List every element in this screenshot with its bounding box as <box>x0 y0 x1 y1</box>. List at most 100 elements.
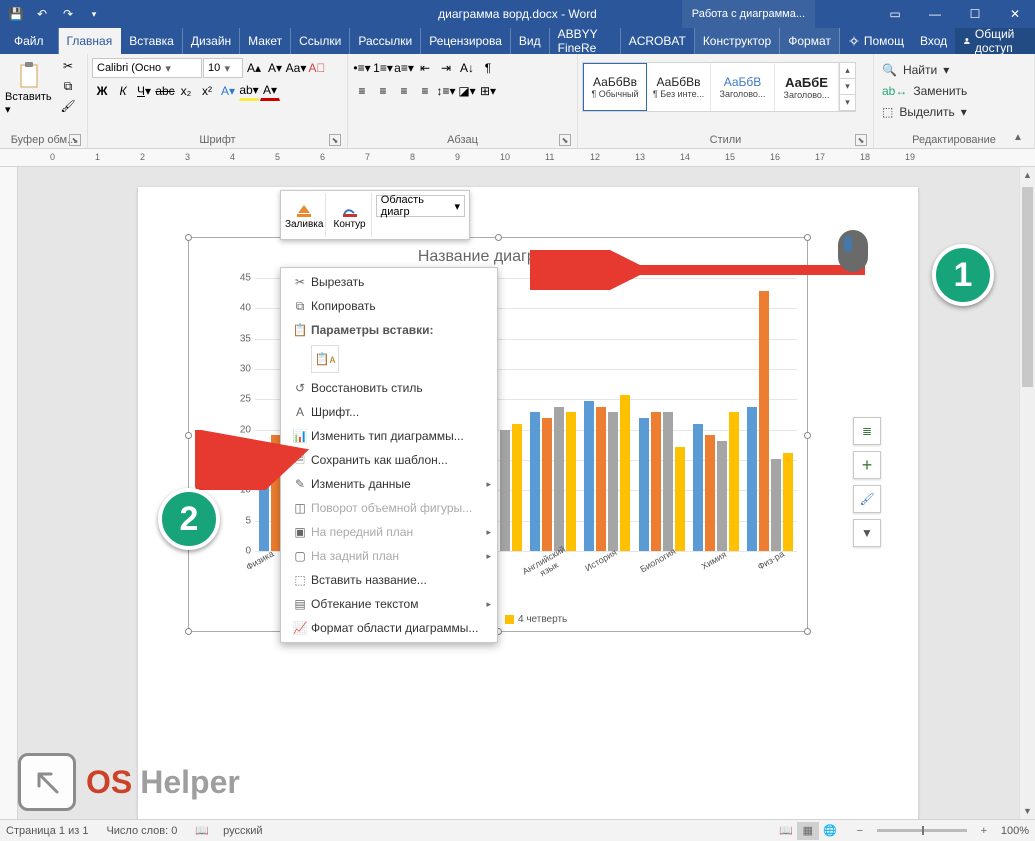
zoom-out-icon[interactable]: − <box>849 822 871 840</box>
font-size-combo[interactable]: 10▾ <box>203 58 243 78</box>
chart-area-combo[interactable]: Область диагр▾ <box>376 195 465 217</box>
word-count[interactable]: Число слов: 0 <box>106 825 177 837</box>
gallery-up-icon[interactable]: ▴ <box>840 63 855 79</box>
tab-view[interactable]: Вид <box>511 28 550 54</box>
tell-me[interactable]: Помощ <box>840 28 912 54</box>
maximize-icon[interactable]: ☐ <box>955 0 995 28</box>
zoom-slider[interactable] <box>877 829 967 832</box>
styles-launcher[interactable]: ⬊ <box>855 134 867 146</box>
borders-icon[interactable]: ⊞▾ <box>478 81 498 101</box>
chart-elements-icon[interactable]: + <box>853 451 881 479</box>
text-effects-icon[interactable]: A▾ <box>218 81 238 101</box>
vertical-scrollbar[interactable]: ▲ ▼ <box>1019 167 1035 819</box>
copy-icon[interactable]: ⧉ <box>58 76 78 96</box>
read-mode-icon[interactable]: 📖 <box>775 822 797 840</box>
scroll-down-icon[interactable]: ▼ <box>1020 803 1035 819</box>
font-color-icon[interactable]: A▾ <box>260 81 280 101</box>
align-right-icon[interactable]: ≡ <box>394 81 414 101</box>
layout-options-icon[interactable]: ≣ <box>853 417 881 445</box>
horizontal-ruler[interactable]: 012345678910111213141516171819 <box>0 149 1035 167</box>
tab-insert[interactable]: Вставка <box>121 28 183 54</box>
web-layout-icon[interactable]: 🌐 <box>819 822 841 840</box>
tab-chart-design[interactable]: Конструктор <box>695 28 780 54</box>
strike-icon[interactable]: abc <box>155 81 175 101</box>
language-indicator[interactable]: русский <box>223 825 262 837</box>
bullets-icon[interactable]: •≡▾ <box>352 58 372 78</box>
collapse-ribbon-icon[interactable]: ▲ <box>1013 132 1031 146</box>
paste-keep-source-icon[interactable]: 📋ᴀ <box>311 345 339 373</box>
font-name-combo[interactable]: Calibri (Осно▾ <box>92 58 202 78</box>
outline-button[interactable]: Контур <box>328 193 371 237</box>
tab-chart-format[interactable]: Формат <box>780 28 840 54</box>
ctx-format-chart-area[interactable]: 📈Формат области диаграммы... <box>281 616 497 640</box>
tab-design[interactable]: Дизайн <box>183 28 240 54</box>
grow-font-icon[interactable]: A▴ <box>244 58 264 78</box>
tab-references[interactable]: Ссылки <box>291 28 350 54</box>
multilevel-icon[interactable]: a≡▾ <box>394 58 414 78</box>
italic-icon[interactable]: К <box>113 81 133 101</box>
minimize-icon[interactable]: — <box>915 0 955 28</box>
fill-button[interactable]: Заливка <box>283 193 326 237</box>
close-icon[interactable]: ✕ <box>995 0 1035 28</box>
subscript-icon[interactable]: x₂ <box>176 81 196 101</box>
qat-dropdown-icon[interactable]: ▾ <box>82 2 106 26</box>
page-indicator[interactable]: Страница 1 из 1 <box>6 825 88 837</box>
highlight-icon[interactable]: ab▾ <box>239 81 259 101</box>
tab-home[interactable]: Главная <box>59 28 122 54</box>
ctx-copy[interactable]: ⧉Копировать <box>281 294 497 318</box>
bold-icon[interactable]: Ж <box>92 81 112 101</box>
show-marks-icon[interactable]: ¶ <box>478 58 498 78</box>
style-nospacing[interactable]: АаБбВв¶ Без инте... <box>647 63 711 111</box>
style-heading2[interactable]: АаБбЕЗаголово... <box>775 63 839 111</box>
increase-indent-icon[interactable]: ⇥ <box>436 58 456 78</box>
spellcheck-icon[interactable]: 📖 <box>195 824 209 837</box>
styles-gallery[interactable]: АаБбВв¶ Обычный АаБбВв¶ Без инте... АаБб… <box>582 62 856 112</box>
ctx-font[interactable]: AШрифт... <box>281 400 497 424</box>
format-painter-icon[interactable]: 🖌 <box>58 96 78 116</box>
align-center-icon[interactable]: ≡ <box>373 81 393 101</box>
scroll-thumb[interactable] <box>1022 187 1033 387</box>
tab-mailings[interactable]: Рассылки <box>350 28 421 54</box>
clear-format-icon[interactable]: A⃠ <box>307 58 327 78</box>
chart-filter-icon[interactable]: ▼ <box>853 519 881 547</box>
zoom-in-icon[interactable]: + <box>973 822 995 840</box>
shrink-font-icon[interactable]: A▾ <box>265 58 285 78</box>
gallery-down-icon[interactable]: ▾ <box>840 79 855 95</box>
paste-button[interactable]: Вставить ▾ <box>4 56 56 120</box>
replace-button[interactable]: ab↔Заменить <box>878 81 971 101</box>
select-button[interactable]: ⬚Выделить ▾ <box>878 102 971 122</box>
ctx-reset-style[interactable]: ↺Восстановить стиль <box>281 376 497 400</box>
vertical-ruler[interactable] <box>0 167 18 819</box>
shading-icon[interactable]: ◪▾ <box>457 81 477 101</box>
tab-review[interactable]: Рецензирова <box>421 28 511 54</box>
para-launcher[interactable]: ⬊ <box>559 134 571 146</box>
font-launcher[interactable]: ⬊ <box>329 134 341 146</box>
clipboard-launcher[interactable]: ⬊ <box>69 134 81 146</box>
save-icon[interactable]: 💾 <box>4 2 28 26</box>
superscript-icon[interactable]: x² <box>197 81 217 101</box>
gallery-more-icon[interactable]: ▾ <box>840 95 855 111</box>
ribbon-display-options-icon[interactable]: ▭ <box>875 0 915 28</box>
align-left-icon[interactable]: ≡ <box>352 81 372 101</box>
cut-icon[interactable]: ✂ <box>58 56 78 76</box>
sort-icon[interactable]: A↓ <box>457 58 477 78</box>
style-heading1[interactable]: АаБбВЗаголово... <box>711 63 775 111</box>
ctx-insert-caption[interactable]: ⬚Вставить название... <box>281 568 497 592</box>
chart-styles-icon[interactable]: 🖌 <box>853 485 881 513</box>
style-normal[interactable]: АаБбВв¶ Обычный <box>583 63 647 111</box>
print-layout-icon[interactable]: ▦ <box>797 822 819 840</box>
sign-in[interactable]: Вход <box>912 28 955 54</box>
tab-abbyy[interactable]: ABBYY FineRe <box>550 28 621 54</box>
tab-layout[interactable]: Макет <box>240 28 291 54</box>
tab-file[interactable]: Файл <box>0 28 59 54</box>
numbering-icon[interactable]: 1≡▾ <box>373 58 393 78</box>
find-button[interactable]: 🔍Найти ▾ <box>878 60 971 80</box>
share-button[interactable]: Общий доступ <box>955 28 1035 54</box>
change-case-icon[interactable]: Aa▾ <box>286 58 306 78</box>
underline-icon[interactable]: Ч▾ <box>134 81 154 101</box>
justify-icon[interactable]: ≡ <box>415 81 435 101</box>
ctx-text-wrap[interactable]: ▤Обтекание текстом▸ <box>281 592 497 616</box>
line-spacing-icon[interactable]: ↕≡▾ <box>436 81 456 101</box>
tab-acrobat[interactable]: ACROBAT <box>621 28 695 54</box>
scroll-up-icon[interactable]: ▲ <box>1020 167 1035 183</box>
